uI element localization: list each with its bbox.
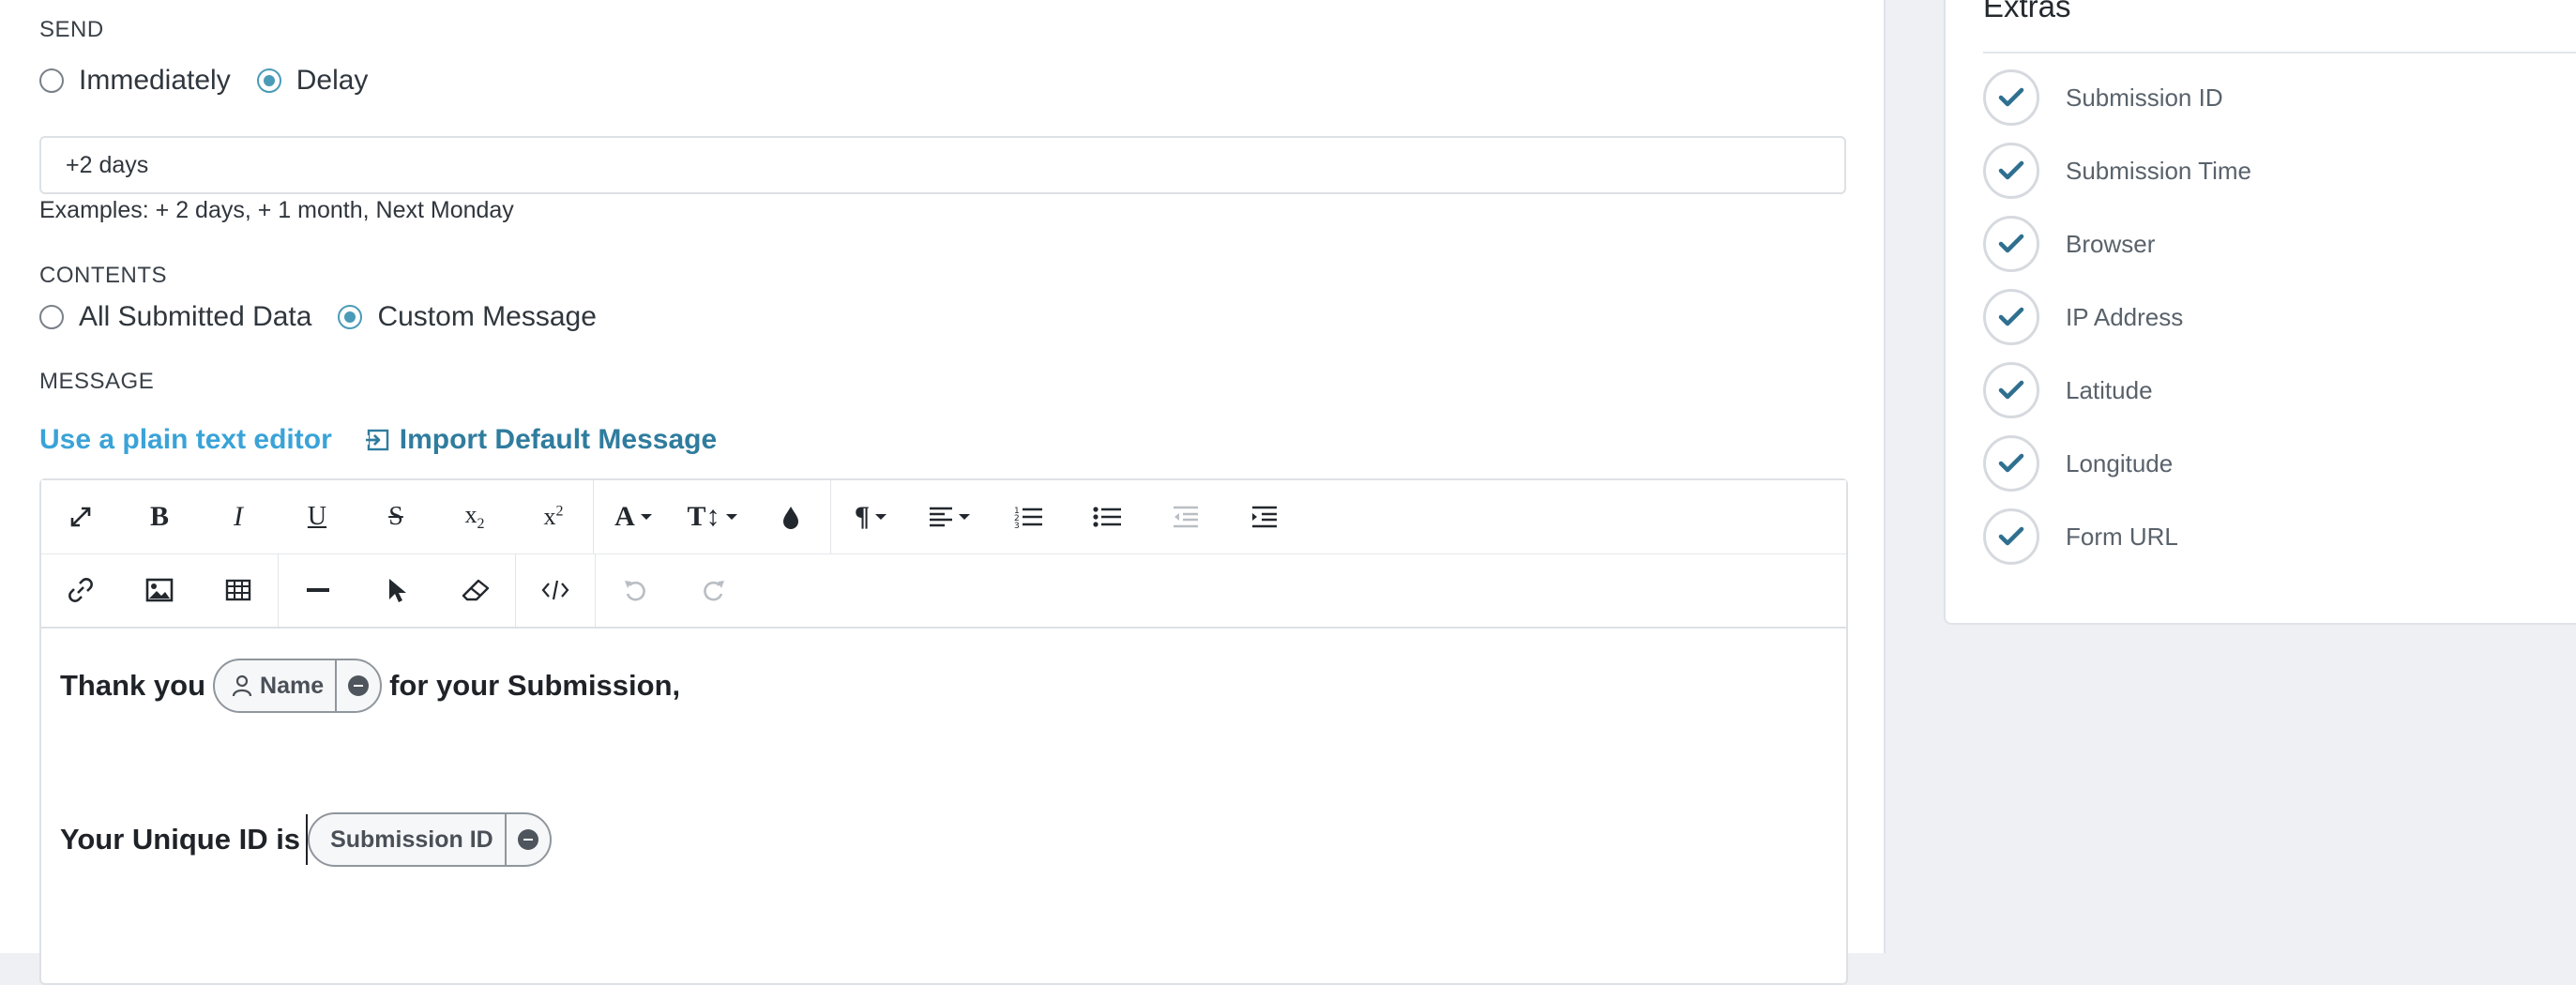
contents-radio-group: All Submitted Data Custom Message [39,298,623,336]
send-radio-group: Immediately Delay [39,62,394,99]
extra-item-latitude[interactable]: Latitude [1983,362,2153,418]
font-size-icon[interactable]: T↕ [673,480,751,553]
send-immediately-label: Immediately [79,65,231,96]
extra-item-label: Latitude [2066,375,2153,404]
editor-line-2: Your Unique ID is Submission ID [60,812,559,867]
contents-all-data-option[interactable]: All Submitted Data [39,301,311,333]
fullscreen-icon[interactable] [41,480,120,553]
message-links: Use a plain text editor Import Default M… [39,424,717,456]
contents-custom-message-option[interactable]: Custom Message [338,301,597,333]
editor-text: for your Submission, [389,669,681,702]
extra-item-label: Longitude [2066,448,2174,477]
send-delay-option[interactable]: Delay [256,65,369,97]
submission-id-tag[interactable]: Submission ID [308,812,552,867]
horizontal-line-icon[interactable] [279,553,357,627]
person-icon [232,674,252,697]
send-immediately-radio[interactable] [39,68,64,93]
contents-section-label: CONTENTS [39,263,167,288]
extra-item-label: Submission ID [2066,83,2223,112]
extra-item-label: Browser [2066,229,2156,258]
plain-text-editor-link[interactable]: Use a plain text editor [39,424,332,456]
check-icon [1983,435,2039,492]
message-section-label: MESSAGE [39,369,155,394]
insert-image-icon[interactable] [120,553,199,627]
underline-icon[interactable]: U [278,480,356,553]
import-default-message-label: Import Default Message [399,424,718,455]
remove-icon [517,829,538,850]
insert-link-icon[interactable] [41,553,120,627]
text-color-icon[interactable] [751,480,830,553]
contents-custom-message-radio[interactable] [338,305,363,329]
extra-item-submission-id[interactable]: Submission ID [1983,69,2223,126]
code-view-icon[interactable] [516,553,595,627]
insert-table-icon[interactable] [199,553,278,627]
indent-icon[interactable] [1225,480,1304,553]
submission-id-tag-remove[interactable] [507,814,550,865]
submission-id-tag-label: Submission ID [310,814,507,865]
editor-toolbar-row-1: B I U S x2 x2 A T↕ ¶ 123 [41,480,1846,554]
import-default-message-link[interactable]: Import Default Message [365,424,718,456]
name-field-tag-label: Name [215,660,338,711]
send-immediately-option[interactable]: Immediately [39,65,231,97]
check-icon [1983,289,2039,345]
editor-text: Thank you [60,669,206,702]
extras-divider [1983,52,2576,53]
bold-icon[interactable]: B [120,480,199,553]
unordered-list-icon[interactable] [1068,480,1146,553]
check-icon [1983,216,2039,272]
editor-text: Your Unique ID is [60,823,301,856]
rich-text-editor: B I U S x2 x2 A T↕ ¶ 123 Thank you Name … [39,478,1848,985]
extras-panel: Extras Submission ID Submission Time Bro… [1944,0,2576,625]
check-icon [1983,508,2039,565]
font-family-icon[interactable]: A [594,480,673,553]
name-field-tag-remove[interactable] [337,660,380,711]
extra-item-longitude[interactable]: Longitude [1983,435,2173,492]
check-icon [1983,143,2039,199]
send-delay-radio[interactable] [256,68,281,93]
svg-text:3: 3 [1014,522,1020,529]
contents-all-data-label: All Submitted Data [79,301,312,332]
italic-icon[interactable]: I [199,480,278,553]
strikethrough-icon[interactable]: S [356,480,435,553]
extra-item-label: Submission Time [2066,156,2251,185]
check-icon [1983,69,2039,126]
delay-input[interactable] [39,136,1846,194]
remove-icon [348,675,370,696]
check-icon [1983,362,2039,418]
align-icon[interactable] [910,480,989,553]
extra-item-form-url[interactable]: Form URL [1983,508,2178,565]
extras-title: Extras [1983,0,2071,23]
subscript-icon[interactable]: x2 [435,480,514,553]
redo-icon[interactable] [674,553,753,627]
contents-custom-message-label: Custom Message [377,301,597,332]
send-delay-label: Delay [295,65,369,96]
import-icon [365,429,388,451]
extra-item-ip-address[interactable]: IP Address [1983,289,2183,345]
ordered-list-icon[interactable]: 123 [989,480,1068,553]
extra-item-label: Form URL [2066,522,2178,551]
superscript-icon[interactable]: x2 [514,480,593,553]
contents-all-data-radio[interactable] [39,305,64,329]
select-all-icon[interactable] [357,553,436,627]
editor-toolbar-row-2 [41,553,1846,629]
delay-hint: Examples: + 2 days, + 1 month, Next Mond… [39,197,514,223]
undo-icon[interactable] [596,553,674,627]
paragraph-format-icon[interactable]: ¶ [831,480,910,553]
name-field-tag[interactable]: Name [213,659,383,713]
extra-item-submission-time[interactable]: Submission Time [1983,143,2251,199]
editor-line-1: Thank you Name for your Submission, [60,659,680,713]
notification-settings-panel: SEND Immediately Delay Examples: + 2 day… [0,0,1886,985]
outdent-icon[interactable] [1146,480,1225,553]
clear-formatting-icon[interactable] [436,553,515,627]
send-section-label: SEND [39,17,104,42]
name-field-tag-text: Name [260,672,325,699]
extra-item-label: IP Address [2066,302,2184,331]
extra-item-browser[interactable]: Browser [1983,216,2155,272]
